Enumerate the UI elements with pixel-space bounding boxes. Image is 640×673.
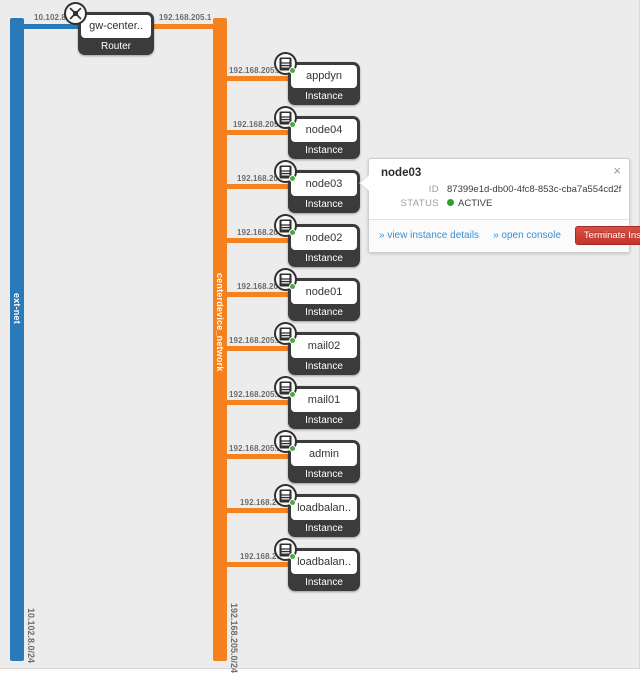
popup-body: × node03 ID 87399e1d-db00-4fc8-853c-cba7… [369,159,629,219]
link-centerdevice-network-mail02 [227,346,291,351]
server-icon [274,430,297,453]
instance-status-dot [289,229,296,236]
instance-status-dot [289,337,296,344]
link-centerdevice-network-node02 [227,238,291,243]
instance-type: Instance [305,199,343,210]
instance-name: appdyn [291,65,357,88]
instance-status-dot [289,175,296,182]
popup-row-status: STATUS ACTIVE [381,198,619,209]
instance-name: node03 [291,173,357,196]
server-icon [274,106,297,129]
status-indicator-icon [447,199,454,206]
popup-value-status: ACTIVE [458,198,493,209]
link-centerdevice-network-loadbalancer-8 [227,562,291,567]
instance-status-dot [289,121,296,128]
popup-row-id: ID 87399e1d-db00-4fc8-853c-cba7a554cd2f [381,184,622,195]
link-centerdevice-network-node04 [227,130,291,135]
link-centerdevice-network-node01 [227,292,291,297]
network-label-centerdevice-network: centerdevice_network [215,273,225,372]
device-node-router[interactable]: gw-center.. Router [64,2,154,55]
device-node-admin[interactable]: admin Instance [274,430,360,483]
popup-value-status-wrapper: ACTIVE [447,198,492,209]
link-router-centerdevice-network [150,24,220,29]
device-node-node04[interactable]: node04 Instance [274,106,360,159]
instance-status-dot [289,391,296,398]
device-node-node02[interactable]: node02 Instance [274,214,360,267]
device-node-mail01[interactable]: mail01 Instance [274,376,360,429]
open-console-link[interactable]: » open console [493,230,561,241]
instance-name: mail02 [291,335,357,358]
instance-type: Instance [305,415,343,426]
network-bar-centerdevice-network[interactable]: centerdevice_network 192.168.205.0/24 [213,18,239,673]
instance-status-dot [289,283,296,290]
network-label-ext-net: ext-net [12,293,22,324]
instance-type: Instance [305,523,343,534]
server-icon [274,484,297,507]
popup-key-id: ID [428,184,439,195]
instance-name: mail01 [291,389,357,412]
router-icon [64,2,87,25]
device-node-node03[interactable]: node03 Instance [274,160,360,213]
instance-status-dot [289,445,296,452]
router-name: gw-center.. [81,15,151,38]
popup-key-status: STATUS [400,198,439,209]
instance-type: Instance [305,577,343,588]
instance-status-dot [289,499,296,506]
link-centerdevice-network-loadbalancer-9 [227,508,291,513]
network-cidr-centerdevice-network: 192.168.205.0/24 [229,603,239,673]
popup-footer: » view instance details » open console T… [369,219,640,252]
device-node-appdyn[interactable]: appdyn Instance [274,52,360,105]
router-type: Router [100,41,131,52]
server-icon [274,538,297,561]
server-icon [274,268,297,291]
instance-type: Instance [305,469,343,480]
instance-name: admin [291,443,357,466]
instance-status-dot [289,553,296,560]
instance-name: loadbalan.. [291,551,357,574]
server-icon [274,52,297,75]
instance-name: node02 [291,227,357,250]
view-instance-details-link[interactable]: » view instance details [379,230,479,241]
topology-canvas: ext-net 10.102.8.0/24 centerdevice_netwo… [0,0,640,673]
server-icon [274,160,297,183]
network-bar-ext-net[interactable]: ext-net 10.102.8.0/24 [10,18,36,663]
close-icon[interactable]: × [613,164,621,177]
link-centerdevice-network-node03 [227,184,291,189]
device-node-mail02[interactable]: mail02 Instance [274,322,360,375]
link-centerdevice-network-appdyn [227,76,291,81]
instance-type: Instance [305,361,343,372]
popup-value-id: 87399e1d-db00-4fc8-853c-cba7a554cd2f [447,184,622,195]
instance-name: node01 [291,281,357,304]
instance-name: node04 [291,119,357,142]
device-node-loadbalancer-9[interactable]: loadbalan.. Instance [274,484,360,537]
popup-title: node03 [381,167,422,179]
instance-detail-popup[interactable]: × node03 ID 87399e1d-db00-4fc8-853c-cba7… [359,158,640,253]
link-centerdevice-network-mail01 [227,400,291,405]
instance-type: Instance [305,145,343,156]
server-icon [274,322,297,345]
router-glyph [69,7,82,19]
device-node-node01[interactable]: node01 Instance [274,268,360,321]
terminate-instance-button[interactable]: Terminate Instance [574,226,640,245]
server-icon [274,214,297,237]
instance-type: Instance [305,91,343,102]
server-icon [274,376,297,399]
link-centerdevice-network-admin [227,454,291,459]
device-node-loadbalancer-8[interactable]: loadbalan.. Instance [274,538,360,591]
network-cidr-ext-net: 10.102.8.0/24 [26,608,36,664]
instance-name: loadbalan.. [291,497,357,520]
instance-type: Instance [305,307,343,318]
link-label-router-int-ip: 192.168.205.1 [159,13,212,22]
instance-type: Instance [305,253,343,264]
instance-status-dot [289,67,296,74]
